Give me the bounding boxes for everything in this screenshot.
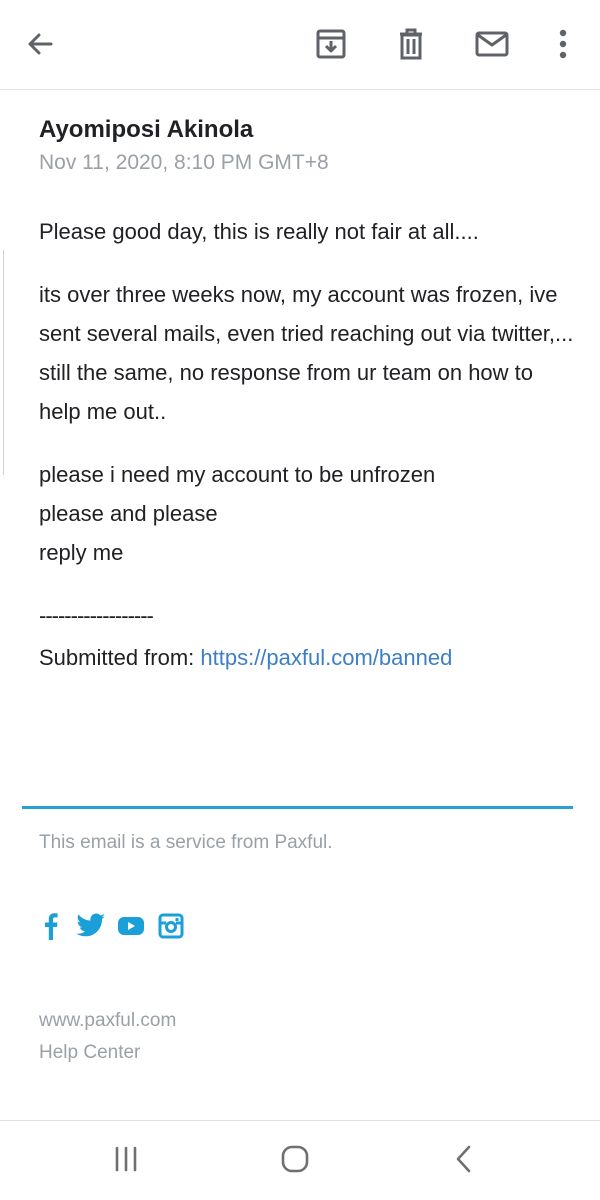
social-links <box>36 910 186 942</box>
more-options-button[interactable] <box>541 22 585 66</box>
more-vertical-icon <box>557 28 569 60</box>
footer-links: www.paxful.com Help Center <box>39 1005 176 1069</box>
sender-name[interactable]: Ayomiposi Akinola <box>39 112 574 148</box>
recents-button[interactable] <box>104 1139 148 1183</box>
trash-icon <box>395 27 427 61</box>
signature-separator: ------------------ <box>39 603 154 628</box>
youtube-icon[interactable] <box>116 911 146 941</box>
back-button[interactable] <box>18 22 62 66</box>
email-body: Please good day, this is really not fair… <box>39 212 574 572</box>
email-paragraph: please i need my account to be unfrozen … <box>39 462 436 565</box>
footer-note: This email is a service from Paxful. <box>39 832 333 853</box>
email-date: Nov 11, 2020, 8:10 PM GMT+8 <box>39 151 329 174</box>
back-chevron-icon <box>453 1144 475 1179</box>
archive-button[interactable] <box>309 22 353 66</box>
instagram-icon[interactable] <box>156 911 186 941</box>
envelope-icon <box>474 29 510 59</box>
twitter-icon[interactable] <box>76 911 106 941</box>
home-button[interactable] <box>273 1139 317 1183</box>
system-nav-bar <box>0 1120 600 1200</box>
side-drawer-edge <box>0 250 4 475</box>
archive-icon <box>314 27 348 61</box>
facebook-icon[interactable] <box>36 911 66 941</box>
delete-button[interactable] <box>389 22 433 66</box>
recents-icon <box>112 1146 140 1177</box>
app-bar <box>0 0 600 90</box>
website-link[interactable]: www.paxful.com <box>39 1005 176 1037</box>
home-icon <box>280 1144 310 1179</box>
arrow-left-icon <box>24 28 56 60</box>
system-back-button[interactable] <box>442 1139 486 1183</box>
submitted-from: Submitted from: https://paxful.com/banne… <box>39 638 574 678</box>
email-content: Ayomiposi Akinola Nov 11, 2020, 8:10 PM … <box>39 112 574 678</box>
email-paragraph: Please good day, this is really not fair… <box>39 219 479 244</box>
submitted-link[interactable]: https://paxful.com/banned <box>200 645 452 670</box>
mark-unread-button[interactable] <box>470 22 514 66</box>
help-center-link[interactable]: Help Center <box>39 1037 176 1069</box>
footer-divider <box>22 806 573 809</box>
email-paragraph: its over three weeks now, my account was… <box>39 282 574 424</box>
submitted-label: Submitted from: <box>39 645 201 670</box>
